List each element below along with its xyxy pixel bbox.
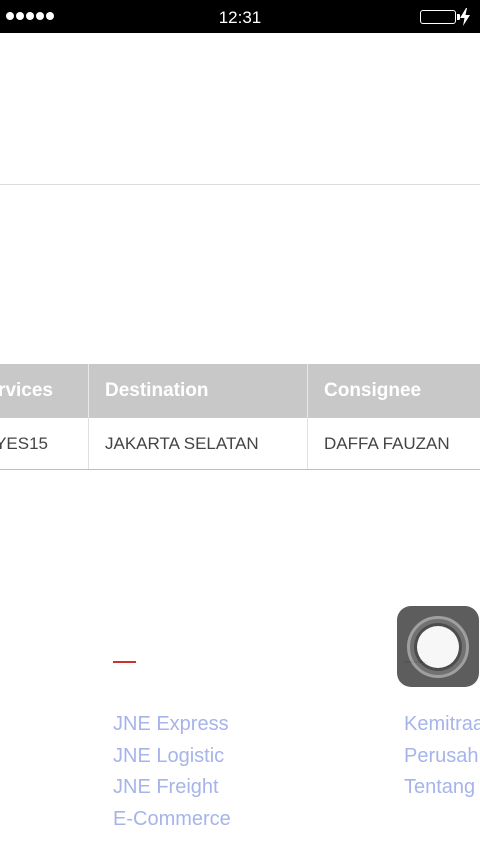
cell-service: YES15 <box>0 433 48 453</box>
header-services: ervices <box>0 380 53 401</box>
assistive-touch-core <box>417 626 459 668</box>
link-tentang[interactable]: Tentang <box>404 772 480 804</box>
status-bar: 12:31 <box>0 0 480 33</box>
header-destination: Destination <box>88 364 307 418</box>
assistive-touch-button[interactable] <box>397 606 479 687</box>
footer-products-links: JNE Express JNE Logistic JNE Freight E-C… <box>113 709 231 835</box>
link-jne-express[interactable]: JNE Express <box>113 709 231 741</box>
cell-destination: JAKARTA SELATAN <box>88 418 307 469</box>
link-perusahaan[interactable]: Perusah <box>404 741 480 773</box>
link-jne-freight[interactable]: JNE Freight <box>113 772 231 804</box>
battery-icon <box>420 10 460 24</box>
cell-consignee: DAFFA FAUZAN <box>307 418 480 469</box>
section-divider <box>0 184 480 185</box>
footer-company-links: Kemitraa Perusah Tentang <box>404 709 480 804</box>
footer-accent-line <box>113 661 136 663</box>
status-time: 12:31 <box>218 8 262 27</box>
header-consignee: Consignee <box>307 364 480 418</box>
link-e-commerce[interactable]: E-Commerce <box>113 804 231 836</box>
link-jne-logistic[interactable]: JNE Logistic <box>113 741 231 773</box>
charging-bolt-icon <box>460 8 470 26</box>
link-kemitraan[interactable]: Kemitraa <box>404 709 480 741</box>
table-row: YES15 JAKARTA SELATAN DAFFA FAUZAN <box>0 418 480 470</box>
table-header: ervices Destination Consignee <box>0 364 480 418</box>
